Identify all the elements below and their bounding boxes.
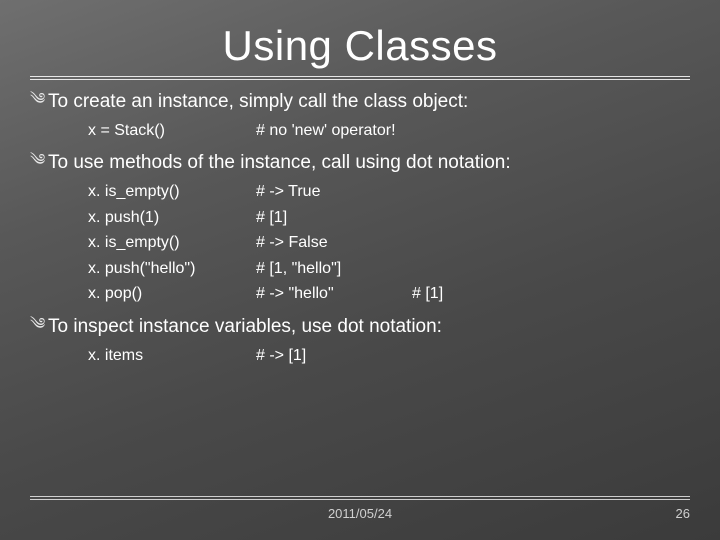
code-comment: # [1] xyxy=(256,205,412,231)
code-expr: x. pop() xyxy=(88,281,256,307)
code-expr: x. is_empty() xyxy=(88,179,256,205)
code-block: x = Stack() # no 'new' operator! xyxy=(88,118,690,144)
bullet-item: ༄ To create an instance, simply call the… xyxy=(30,90,690,114)
slide-footer: 2011/05/24 26 xyxy=(30,496,690,526)
bullet-text: To create an instance, simply call the c… xyxy=(48,90,468,114)
code-row: x. items # -> [1] xyxy=(88,343,690,369)
code-comment: # -> True xyxy=(256,179,412,205)
swirl-bullet-icon: ༄ xyxy=(30,151,48,172)
code-row: x. push("hello") # [1, "hello"] xyxy=(88,256,690,282)
code-comment: # -> [1] xyxy=(256,343,412,369)
slide-content: ༄ To create an instance, simply call the… xyxy=(30,90,690,368)
bullet-text: To inspect instance variables, use dot n… xyxy=(48,315,442,339)
code-comment: # [1] xyxy=(412,281,443,307)
slide: Using Classes ༄ To create an instance, s… xyxy=(0,0,720,540)
title-rule-top xyxy=(30,76,690,77)
swirl-bullet-icon: ༄ xyxy=(30,315,48,336)
title-rule-bottom xyxy=(30,79,690,80)
code-row: x. is_empty() # -> False xyxy=(88,230,690,256)
code-row: x = Stack() # no 'new' operator! xyxy=(88,118,690,144)
slide-title: Using Classes xyxy=(30,22,690,70)
footer-rule-top xyxy=(30,496,690,497)
code-expr: x = Stack() xyxy=(88,118,256,144)
code-row: x. pop() # -> "hello" # [1] xyxy=(88,281,690,307)
bullet-item: ༄ To inspect instance variables, use dot… xyxy=(30,315,690,339)
code-row: x. is_empty() # -> True xyxy=(88,179,690,205)
bullet-item: ༄ To use methods of the instance, call u… xyxy=(30,151,690,175)
code-comment: # -> "hello" xyxy=(256,281,412,307)
code-block: x. items # -> [1] xyxy=(88,343,690,369)
bullet-text: To use methods of the instance, call usi… xyxy=(48,151,511,175)
code-expr: x. is_empty() xyxy=(88,230,256,256)
code-comment: # -> False xyxy=(256,230,412,256)
page-number: 26 xyxy=(676,506,690,521)
code-comment: # [1, "hello"] xyxy=(256,256,412,282)
code-expr: x. push(1) xyxy=(88,205,256,231)
code-comment: # no 'new' operator! xyxy=(256,118,412,144)
code-expr: x. items xyxy=(88,343,256,369)
swirl-bullet-icon: ༄ xyxy=(30,90,48,111)
footer-row: 2011/05/24 26 xyxy=(30,506,690,526)
code-block: x. is_empty() # -> True x. push(1) # [1]… xyxy=(88,179,690,307)
footer-date: 2011/05/24 xyxy=(328,506,392,521)
footer-rule-bottom xyxy=(30,499,690,500)
code-expr: x. push("hello") xyxy=(88,256,256,282)
code-row: x. push(1) # [1] xyxy=(88,205,690,231)
